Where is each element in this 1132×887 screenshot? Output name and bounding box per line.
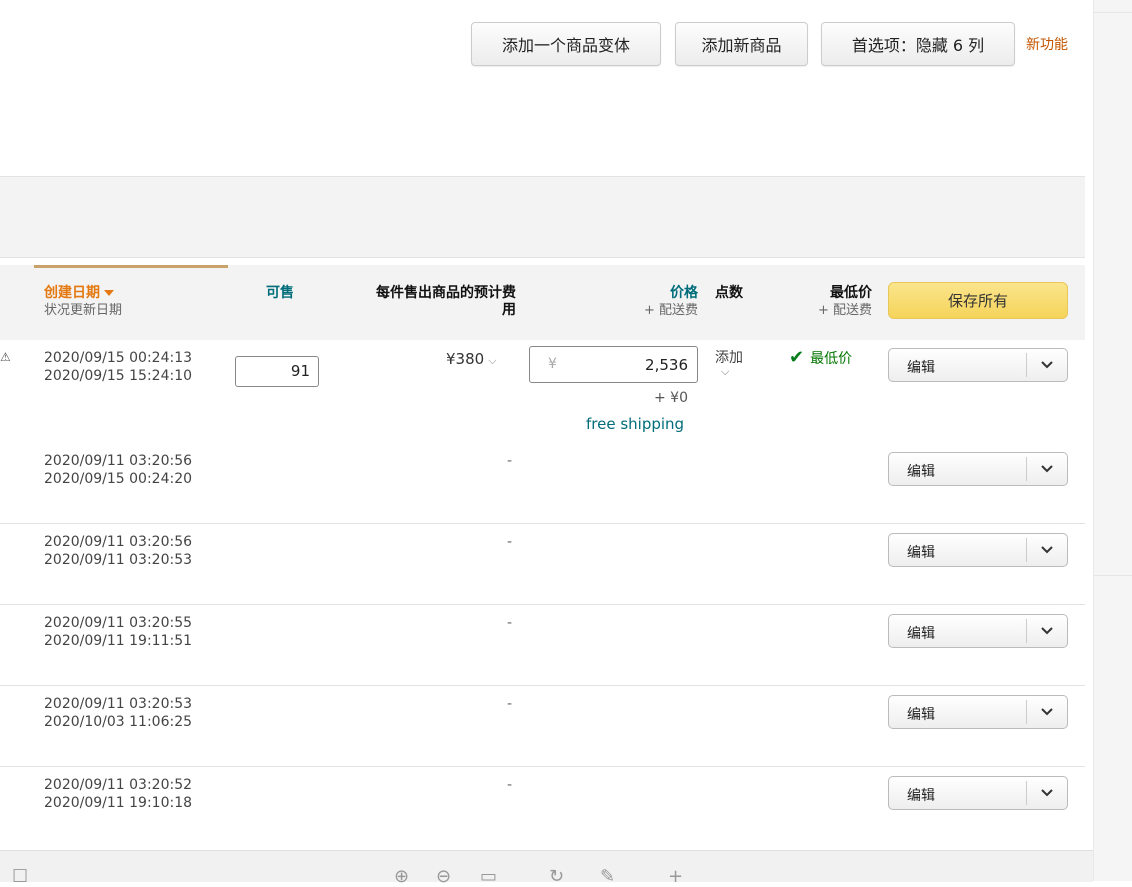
lowest-price-badge: ✔ 最低价 bbox=[789, 347, 853, 368]
add-icon[interactable]: + bbox=[668, 866, 683, 887]
created-date: 2020/09/15 00:24:13 bbox=[44, 350, 193, 366]
quantity-input[interactable]: 91 bbox=[235, 356, 319, 387]
page-icon[interactable]: ☐ bbox=[12, 866, 28, 887]
edit-button[interactable]: 编辑 bbox=[907, 623, 935, 643]
edit-split-button[interactable]: 编辑 bbox=[888, 614, 1068, 648]
column-available[interactable]: 可售 bbox=[266, 285, 294, 302]
created-date: 2020/09/11 03:20:53 bbox=[44, 696, 193, 712]
preferences-button[interactable]: 首选项：隐藏 6 列 bbox=[821, 22, 1015, 66]
edit-button[interactable]: 编辑 bbox=[907, 542, 935, 562]
column-lowest-label: 最低价 bbox=[830, 285, 872, 301]
updated-date: 2020/09/11 19:11:51 bbox=[44, 633, 193, 649]
edit-button[interactable]: 编辑 bbox=[907, 357, 935, 377]
chevron-down-icon[interactable] bbox=[1027, 349, 1067, 381]
fit-icon[interactable]: ▭ bbox=[480, 866, 497, 887]
checkmark-icon: ✔ bbox=[789, 347, 805, 368]
add-variation-button[interactable]: 添加一个商品变体 bbox=[471, 22, 661, 66]
column-price-sub: + 配送费 bbox=[643, 303, 698, 318]
bottom-toolbar bbox=[0, 850, 1093, 882]
column-points: 点数 bbox=[715, 285, 743, 301]
chevron-down-icon[interactable] bbox=[1027, 453, 1067, 485]
price-value: 2,536 bbox=[645, 356, 688, 374]
row-dates: 2020/09/15 00:24:13 2020/09/15 15:24:10 bbox=[44, 349, 192, 385]
add-points-dropdown[interactable]: 添加 ⌵ bbox=[715, 347, 743, 379]
edit-button[interactable]: 编辑 bbox=[907, 704, 935, 724]
add-product-button[interactable]: 添加新商品 bbox=[675, 22, 808, 66]
updated-date: 2020/09/11 19:10:18 bbox=[44, 795, 193, 811]
row-dates: 2020/09/11 03:20:55 2020/09/11 19:11:51 bbox=[44, 614, 192, 650]
created-date: 2020/09/11 03:20:55 bbox=[44, 615, 193, 631]
fee-empty: - bbox=[507, 696, 513, 712]
edit-split-button[interactable]: 编辑 bbox=[888, 776, 1068, 810]
free-shipping-link[interactable]: free shipping bbox=[586, 415, 684, 433]
zoom-out-icon[interactable]: ⊖ bbox=[436, 866, 451, 887]
zoom-in-icon[interactable]: ⊕ bbox=[394, 866, 409, 887]
updated-date: 2020/09/11 03:20:53 bbox=[44, 552, 193, 568]
column-price[interactable]: 价格 + 配送费 bbox=[580, 285, 698, 319]
chevron-down-icon[interactable] bbox=[1027, 615, 1067, 647]
fee-empty: - bbox=[507, 777, 513, 793]
created-date: 2020/09/11 03:20:52 bbox=[44, 777, 193, 793]
updated-date: 2020/09/15 00:24:20 bbox=[44, 471, 193, 487]
filter-bar bbox=[0, 176, 1085, 258]
fee-empty: - bbox=[507, 534, 513, 550]
edit-button[interactable]: 编辑 bbox=[907, 785, 935, 805]
row-dates: 2020/09/11 03:20:56 2020/09/11 03:20:53 bbox=[44, 533, 192, 569]
chevron-down-icon[interactable] bbox=[1027, 696, 1067, 728]
chevron-down-icon: ⌵ bbox=[721, 365, 730, 378]
edit-split-button[interactable]: 编辑 bbox=[888, 348, 1068, 382]
column-created-label: 创建日期 bbox=[44, 285, 100, 301]
save-all-button[interactable]: 保存所有 bbox=[888, 282, 1068, 319]
warning-icon: ⚠ bbox=[0, 350, 11, 364]
column-lowest: 最低价 + 配送费 bbox=[790, 285, 872, 319]
chevron-down-icon[interactable] bbox=[1027, 777, 1067, 809]
edit-split-button[interactable]: 编辑 bbox=[888, 452, 1068, 486]
price-input[interactable]: ¥ 2,536 bbox=[529, 346, 698, 383]
column-status-updated-label: 状况更新日期 bbox=[44, 303, 123, 318]
currency-symbol: ¥ bbox=[548, 356, 557, 372]
edit-split-button[interactable]: 编辑 bbox=[888, 533, 1068, 567]
created-date: 2020/09/11 03:20:56 bbox=[44, 534, 193, 550]
updated-date: 2020/10/03 11:06:25 bbox=[44, 714, 193, 730]
row-dates: 2020/09/11 03:20:52 2020/09/11 19:10:18 bbox=[44, 776, 192, 812]
chevron-down-icon: ⌵ bbox=[488, 354, 497, 367]
column-fee-line1: 每件售出商品的预计费 bbox=[376, 285, 516, 301]
column-fee-line2: 用 bbox=[502, 302, 516, 318]
chevron-down-icon[interactable] bbox=[1027, 534, 1067, 566]
column-created-date[interactable]: 创建日期 状况更新日期 bbox=[44, 285, 122, 319]
sort-desc-icon bbox=[104, 290, 114, 296]
pen-icon[interactable]: ✎ bbox=[600, 866, 615, 887]
column-fee: 每件售出商品的预计费 用 bbox=[334, 285, 516, 319]
sort-indicator bbox=[34, 265, 228, 268]
edit-button[interactable]: 编辑 bbox=[907, 461, 935, 481]
edit-split-button[interactable]: 编辑 bbox=[888, 695, 1068, 729]
updated-date: 2020/09/15 15:24:10 bbox=[44, 368, 193, 384]
fee-dropdown[interactable]: ¥380 ⌵ bbox=[446, 350, 497, 368]
created-date: 2020/09/11 03:20:56 bbox=[44, 453, 193, 469]
shipping-fee: + ¥0 bbox=[654, 390, 688, 406]
fee-empty: - bbox=[507, 453, 513, 469]
column-lowest-sub: + 配送费 bbox=[817, 303, 872, 318]
rotate-icon[interactable]: ↻ bbox=[549, 866, 564, 887]
row-dates: 2020/09/11 03:20:53 2020/10/03 11:06:25 bbox=[44, 695, 192, 731]
fee-empty: - bbox=[507, 615, 513, 631]
row-dates: 2020/09/11 03:20:56 2020/09/15 00:24:20 bbox=[44, 452, 192, 488]
column-price-label: 价格 bbox=[670, 285, 698, 301]
right-panel bbox=[1093, 0, 1132, 881]
new-feature-link[interactable]: 新功能 bbox=[1026, 34, 1068, 54]
